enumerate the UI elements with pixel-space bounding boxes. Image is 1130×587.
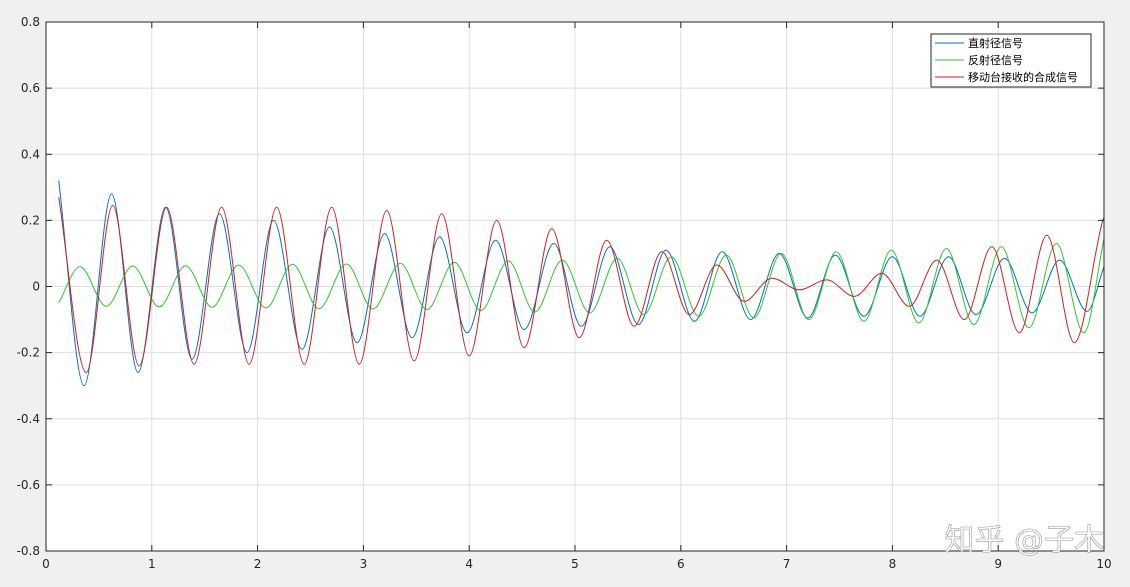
- x-tick-label: 1: [148, 557, 156, 571]
- legend-label-composite: 移动台接收的合成信号: [968, 70, 1078, 84]
- x-tick-label: 0: [42, 557, 50, 571]
- y-tick-label: -0.2: [17, 346, 40, 360]
- legend-label-direct: 直射径信号: [968, 36, 1023, 50]
- watermark: 知乎 @子木: [944, 523, 1104, 558]
- legend[interactable]: 直射径信号反射径信号移动台接收的合成信号: [930, 33, 1092, 88]
- y-tick-label: -0.8: [17, 544, 40, 558]
- x-tick-label: 9: [994, 557, 1002, 571]
- legend-label-reflected: 反射径信号: [968, 53, 1023, 67]
- x-tick-label: 7: [783, 557, 791, 571]
- y-tick-label: 0.6: [21, 81, 40, 95]
- y-tick-label: 0.2: [21, 213, 40, 227]
- chart: 0 1 2 3 4 5 6 7 8 9 10 -0.8 -0.6 -0.4 -0.2 0 0.2 0.4 0.6 0.…: [0, 0, 1130, 587]
- y-tick-label: 0.8: [21, 15, 40, 29]
- y-tick-label: 0.4: [21, 147, 40, 161]
- x-tick-label: 4: [465, 557, 473, 571]
- y-tick-label: -0.6: [17, 478, 40, 492]
- x-tick-label: 5: [571, 557, 579, 571]
- x-tick-label: 10: [1096, 557, 1111, 571]
- x-tick-label: 2: [254, 557, 262, 571]
- x-tick-label: 3: [360, 557, 368, 571]
- y-tick-label: -0.4: [17, 412, 40, 426]
- x-tick-label: 6: [677, 557, 685, 571]
- x-tick-label: 8: [889, 557, 897, 571]
- y-tick-label: 0: [32, 280, 40, 294]
